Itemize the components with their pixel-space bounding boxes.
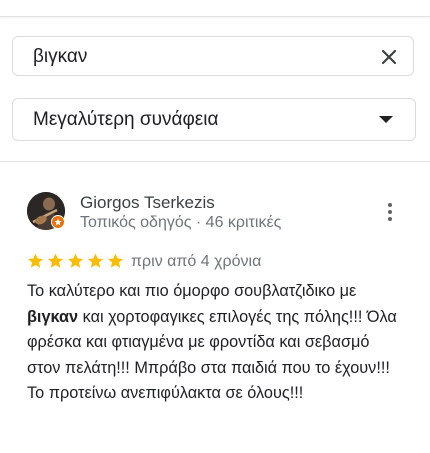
star-icon — [108, 253, 123, 268]
author-name[interactable]: Giorgos Tserkezis — [80, 193, 215, 213]
sort-selected-label: Μεγαλύτερη συνάφεια — [33, 109, 219, 130]
clear-search-button[interactable] — [379, 47, 399, 67]
star-icon — [28, 253, 43, 268]
review-text: Το καλύτερο και πιο όμορφο σουβλατζιδικο… — [27, 279, 407, 407]
more-options-button[interactable] — [382, 200, 398, 224]
search-input[interactable] — [33, 45, 363, 69]
top-app-bar — [0, 0, 430, 17]
review-text-highlight: βιγκαν — [27, 307, 79, 326]
review-text-before: Το καλύτερο και πιο όμορφο σουβλατζιδικο… — [27, 282, 357, 300]
star-icon — [88, 253, 103, 268]
more-vert-icon — [388, 203, 392, 207]
star-icon — [48, 253, 63, 268]
sort-dropdown[interactable]: Μεγαλύτερη συνάφεια — [12, 98, 416, 141]
avatar[interactable] — [27, 192, 65, 230]
star-icon — [68, 253, 83, 268]
search-box — [12, 36, 414, 76]
close-icon — [381, 49, 397, 65]
dropdown-arrow-icon — [379, 116, 393, 123]
review-text-after: και χορτοφαγικες επιλογές της πόλης!!! Ό… — [27, 307, 397, 403]
review-date: πριν από 4 χρόνια — [131, 253, 262, 270]
star-rating — [26, 252, 125, 270]
divider — [0, 161, 430, 162]
local-guide-badge-icon — [51, 215, 65, 229]
author-meta: Τοπικός οδηγός · 46 κριτικές — [80, 214, 282, 231]
